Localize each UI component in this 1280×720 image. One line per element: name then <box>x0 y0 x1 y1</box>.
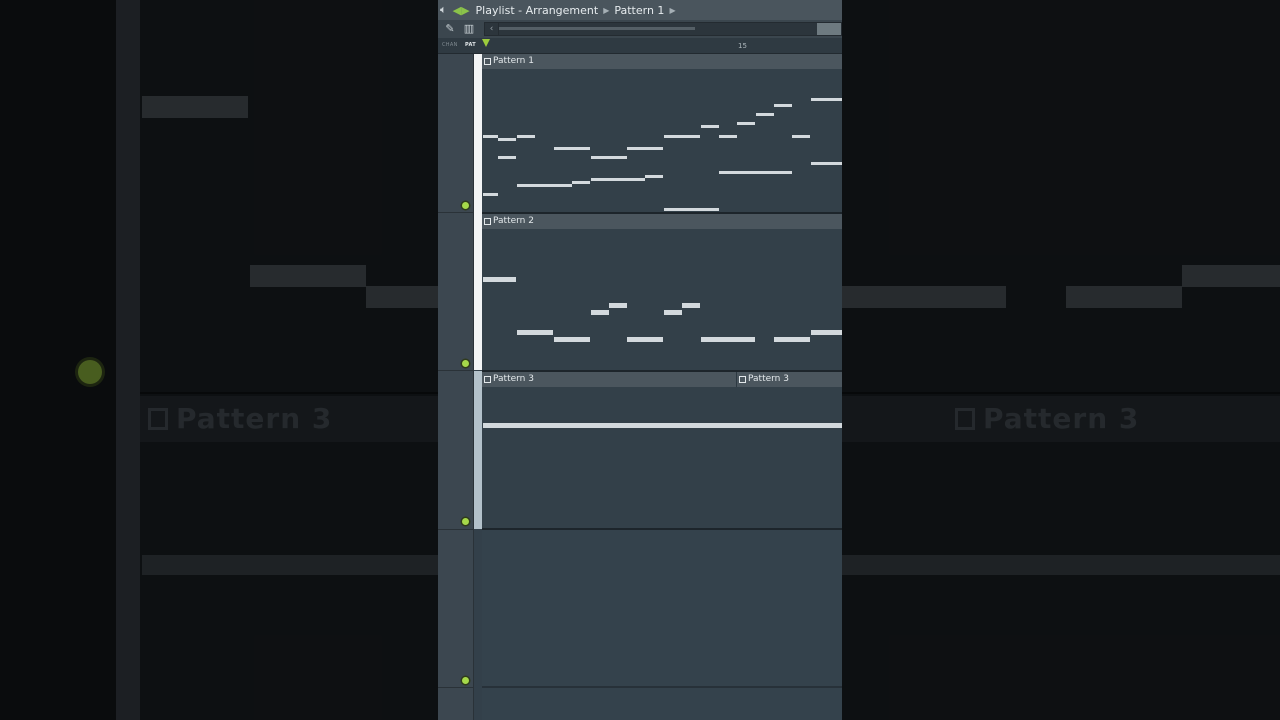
pattern-clip-icon <box>484 218 491 225</box>
note <box>554 147 590 150</box>
title-bar: 🔈︎ ◀▶ Playlist - Arrangement ▶ Pattern 1… <box>438 0 842 20</box>
play-arrow-icon[interactable]: ◀▶ <box>453 4 470 17</box>
track-3-mute-dot[interactable] <box>462 518 469 525</box>
note <box>701 125 719 128</box>
note <box>664 310 682 315</box>
timeline-ruler[interactable]: CHAN PAT 15 <box>438 38 842 54</box>
track-selection-strip[interactable] <box>474 54 482 370</box>
horizontal-scrollbar[interactable]: ‹ <box>484 22 842 36</box>
note <box>627 147 663 150</box>
note <box>554 337 590 342</box>
ruler-bar-number: 15 <box>738 42 747 50</box>
clip-pattern-3[interactable]: Pattern 3 Pattern 3 <box>482 372 842 528</box>
note <box>498 138 516 141</box>
track-1-mute-dot[interactable] <box>462 202 469 209</box>
pattern-clip-icon <box>739 376 746 383</box>
note <box>627 337 663 342</box>
pat-mode-toggle[interactable]: PAT <box>465 42 476 48</box>
chan-mode-toggle[interactable]: CHAN <box>442 42 458 48</box>
breadcrumb-pattern[interactable]: Pattern 1 <box>614 4 664 17</box>
pencil-icon[interactable]: ✎ <box>442 22 458 36</box>
playlist-window: 🔈︎ ◀▶ Playlist - Arrangement ▶ Pattern 1… <box>438 0 842 720</box>
pattern-clip-icon <box>484 58 491 65</box>
breadcrumb-separator-icon: ▶ <box>669 5 676 15</box>
note <box>774 104 792 107</box>
note <box>774 337 810 342</box>
note <box>719 135 737 138</box>
note <box>609 303 627 308</box>
clip-notes <box>482 69 842 212</box>
note <box>591 178 645 181</box>
playlist-grid[interactable]: Pattern 1 Pattern 2 Pattern 3 Pattern 3 <box>482 54 842 720</box>
track-4-mute-dot[interactable] <box>462 677 469 684</box>
note <box>517 135 535 138</box>
note <box>682 303 700 308</box>
note <box>719 171 792 174</box>
note <box>498 156 516 159</box>
clip-label: Pattern 3 <box>493 374 534 384</box>
scroll-overview <box>499 27 695 30</box>
note <box>483 135 498 138</box>
note <box>591 156 627 159</box>
clip-header[interactable]: Pattern 3 <box>482 372 737 387</box>
clip-label: Pattern 3 <box>748 374 789 384</box>
note <box>517 330 553 335</box>
note <box>737 122 755 125</box>
clip-header[interactable]: Pattern 3 <box>737 372 842 387</box>
note <box>811 330 842 335</box>
clip-label: Pattern 2 <box>493 216 534 226</box>
note <box>756 113 774 116</box>
track-2-mute-dot[interactable] <box>462 360 469 367</box>
note <box>811 98 842 101</box>
note <box>572 181 590 184</box>
scroll-left-icon[interactable]: ‹ <box>485 23 499 35</box>
clip-header[interactable]: Pattern 2 <box>482 214 842 229</box>
note <box>591 310 609 315</box>
piano-roll-icon[interactable]: ▥ <box>461 22 477 36</box>
breadcrumb-separator-icon: ▶ <box>603 5 610 15</box>
scroll-handle[interactable] <box>817 23 841 35</box>
track-selection-strip[interactable] <box>474 371 482 529</box>
clip-notes <box>482 229 842 370</box>
clip-pattern-1[interactable]: Pattern 1 <box>482 54 842 212</box>
note <box>517 184 572 187</box>
song-position-marker[interactable] <box>482 39 490 47</box>
note <box>664 208 719 211</box>
note <box>645 175 663 178</box>
breadcrumb-playlist[interactable]: Playlist - Arrangement <box>476 4 599 17</box>
clip-notes <box>482 387 842 528</box>
empty-track[interactable] <box>482 530 842 720</box>
speaker-icon[interactable]: 🔈︎ <box>440 3 447 17</box>
track-header-column <box>438 54 474 720</box>
note <box>483 423 842 428</box>
clip-label: Pattern 1 <box>493 56 534 66</box>
toolbar: ✎ ▥ ‹ <box>438 20 842 38</box>
note <box>792 135 810 138</box>
note <box>664 135 700 138</box>
pattern-clip-icon <box>484 376 491 383</box>
note <box>811 162 842 165</box>
note <box>701 337 755 342</box>
note <box>483 277 516 282</box>
clip-header[interactable]: Pattern 1 <box>482 54 842 69</box>
note <box>483 193 498 196</box>
clip-pattern-2[interactable]: Pattern 2 <box>482 214 842 370</box>
